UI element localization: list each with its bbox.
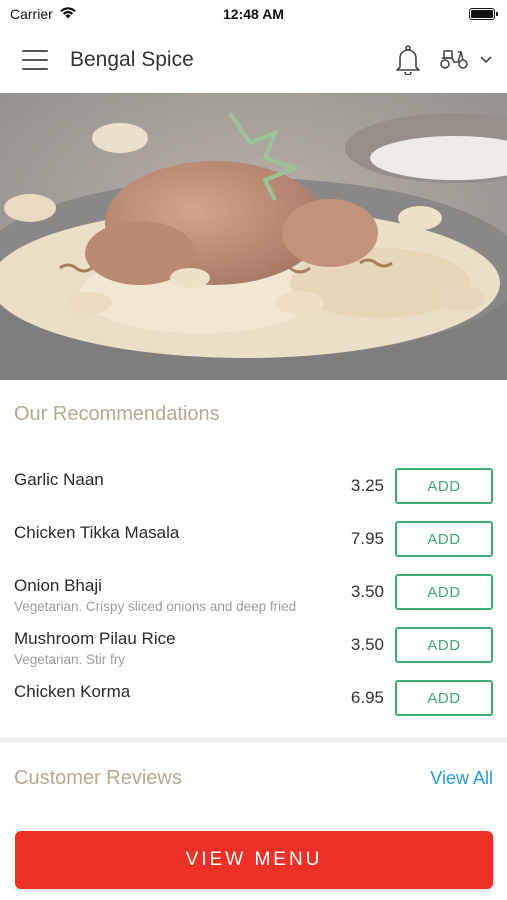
bell-icon[interactable] — [395, 45, 421, 75]
item-price: 7.95 — [350, 529, 384, 548]
add-button[interactable]: ADD — [395, 468, 493, 504]
add-button[interactable]: ADD — [395, 627, 493, 663]
list-item: Mushroom Pilau Rice Vegetarian. Stir fry… — [0, 619, 507, 672]
hamburger-menu-icon[interactable] — [22, 50, 48, 70]
status-bar: Carrier 12:48 AM — [0, 0, 507, 28]
add-button[interactable]: ADD — [395, 680, 493, 716]
item-name: Mushroom Pilau Rice — [14, 629, 176, 648]
view-all-reviews-link[interactable]: View All — [430, 768, 493, 789]
list-item: Chicken Korma 6.95 ADD — [0, 672, 507, 725]
chevron-down-icon — [479, 51, 493, 69]
header-actions — [395, 45, 493, 75]
section-divider — [0, 737, 507, 743]
scooter-icon — [439, 46, 469, 75]
app-header: Bengal Spice — [0, 28, 507, 92]
item-price: 3.50 — [350, 635, 384, 654]
list-item: Garlic Naan 3.25 ADD — [0, 460, 507, 513]
item-name: Chicken Tikka Masala — [14, 523, 180, 542]
item-price: 3.50 — [350, 582, 384, 601]
item-description: Vegetarian. Stir fry — [14, 652, 126, 667]
battery-icon — [469, 8, 498, 20]
reviews-title: Customer Reviews — [14, 767, 182, 789]
delivery-mode-selector[interactable] — [439, 46, 493, 75]
add-button[interactable]: ADD — [395, 574, 493, 610]
recommendations-list: Garlic Naan 3.25 ADD Chicken Tikka Masal… — [0, 460, 507, 725]
hero-food-image — [0, 93, 507, 380]
recommendations-title: Our Recommendations — [14, 403, 220, 425]
add-button[interactable]: ADD — [395, 521, 493, 557]
list-item: Chicken Tikka Masala 7.95 ADD — [0, 513, 507, 566]
app-title: Bengal Spice — [70, 48, 194, 71]
item-name: Onion Bhaji — [14, 576, 102, 595]
item-description: Vegetarian. Crispy sliced onions and dee… — [14, 599, 297, 614]
item-price: 6.95 — [350, 688, 384, 707]
list-item: Onion Bhaji Vegetarian. Crispy sliced on… — [0, 566, 507, 619]
wifi-icon — [59, 6, 77, 22]
carrier-label: Carrier — [10, 6, 53, 22]
item-name: Chicken Korma — [14, 682, 131, 701]
item-name: Garlic Naan — [14, 470, 104, 489]
view-menu-button[interactable]: VIEW MENU — [15, 831, 493, 889]
status-left: Carrier — [10, 6, 77, 22]
item-price: 3.25 — [350, 476, 384, 495]
